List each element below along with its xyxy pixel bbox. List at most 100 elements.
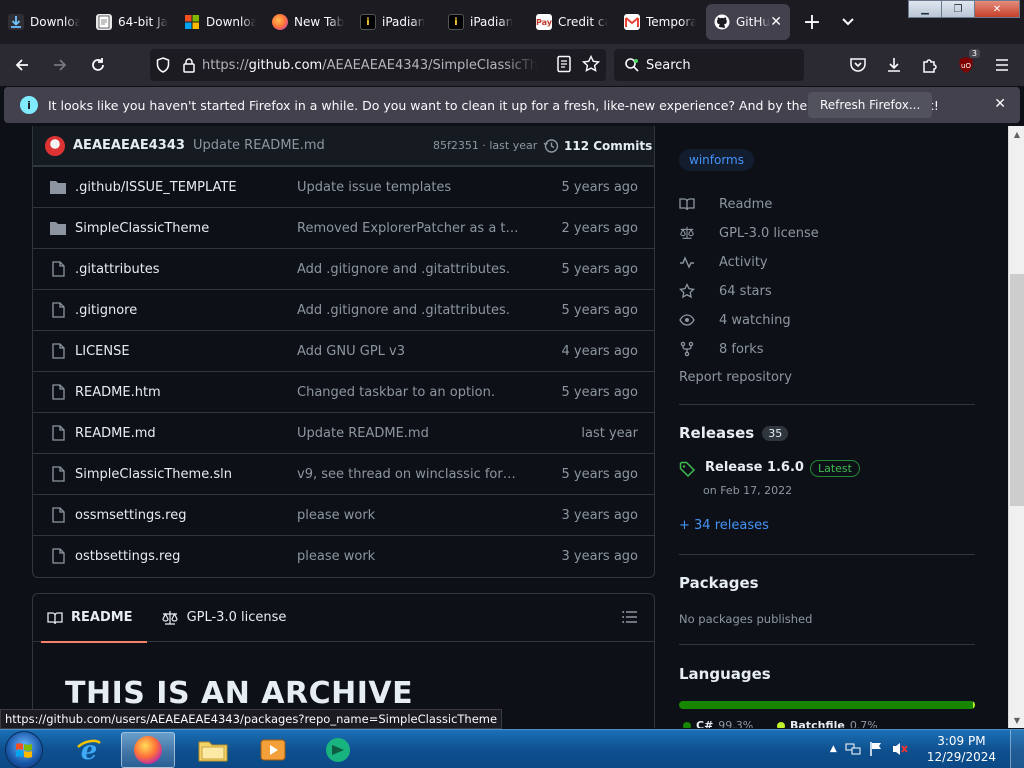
file-row[interactable]: .gitattributes Add .gitignore and .gitatt… [33, 249, 654, 290]
sidebar-meta-law[interactable]: GPL-3.0 license [679, 225, 819, 241]
language-batchfile[interactable]: Batchfile 0.7% [777, 719, 878, 728]
extensions-button[interactable] [914, 49, 946, 81]
commit-message[interactable]: Update README.md [193, 138, 325, 153]
language-csharp[interactable]: C# 99.3% [683, 719, 753, 728]
address-bar[interactable]: https://github.com/AEAEAEAE4343/SimpleCl… [150, 49, 606, 81]
clock[interactable]: 3:09 PM 12/29/2024 [927, 733, 996, 765]
sidebar-meta-eye[interactable]: 4 watching [679, 312, 791, 328]
commit-author[interactable]: AEAEAEAE4343 [73, 138, 185, 153]
sidebar-meta-star[interactable]: 64 stars [679, 283, 772, 299]
refresh-firefox-button[interactable]: Refresh Firefox... [808, 92, 933, 118]
volume-muted-icon[interactable] [891, 741, 909, 757]
file-commit-message[interactable]: Update issue templates [297, 180, 519, 195]
scroll-up-arrow[interactable]: ▲ [1009, 126, 1024, 142]
list-all-tabs-button[interactable] [832, 6, 864, 38]
network-icon[interactable] [845, 741, 861, 757]
latest-release[interactable]: Release 1.6.0 Latest [679, 460, 860, 477]
more-releases-link[interactable]: + 34 releases [679, 518, 769, 533]
file-row[interactable]: README.htm Changed taskbar to an option. 5… [33, 372, 654, 413]
file-commit-message[interactable]: Add .gitignore and .gitattributes. [297, 262, 519, 277]
file-name[interactable]: README.htm [75, 385, 161, 400]
reader-view-icon[interactable] [556, 55, 572, 77]
file-commit-message[interactable]: Add GNU GPL v3 [297, 344, 519, 359]
restore-button[interactable]: ❐ [941, 0, 975, 18]
outline-button[interactable] [622, 610, 638, 628]
file-row[interactable]: ossmsettings.reg please work 3 years ago [33, 495, 654, 536]
close-tab-icon[interactable]: ✕ [770, 14, 782, 30]
file-commit-message[interactable]: Changed taskbar to an option. [297, 385, 519, 400]
file-row[interactable]: .gitignore Add .gitignore and .gitattribu… [33, 290, 654, 331]
file-commit-message[interactable]: v9, see thread on winclassic for m... [297, 467, 519, 482]
file-row[interactable]: SimpleClassicTheme Removed ExplorerPatche… [33, 208, 654, 249]
file-commit-message[interactable]: please work [297, 508, 519, 523]
topic-tag[interactable]: winforms [679, 149, 754, 171]
file-commit-message[interactable]: Add .gitignore and .gitattributes. [297, 303, 519, 318]
file-name[interactable]: .gitattributes [75, 262, 160, 277]
tab-4[interactable]: New Tab [264, 4, 352, 40]
bookmark-star-icon[interactable] [581, 54, 601, 77]
taskbar-app[interactable] [311, 732, 365, 768]
forward-button[interactable] [44, 49, 76, 81]
packages-heading[interactable]: Packages [679, 574, 759, 592]
file-commit-message[interactable]: Removed ExplorerPatcher as a tas... [297, 221, 519, 236]
file-name[interactable]: ossmsettings.reg [75, 508, 186, 523]
file-row[interactable]: .github/ISSUE_TEMPLATE Update issue templ… [33, 167, 654, 208]
taskbar-firefox[interactable] [121, 732, 175, 768]
close-notification-icon[interactable]: ✕ [994, 96, 1006, 112]
app-menu-button[interactable] [986, 49, 1018, 81]
tab-3[interactable]: Download [176, 4, 264, 40]
new-tab-button[interactable]: + [796, 6, 828, 38]
show-desktop-button[interactable] [1010, 730, 1024, 768]
url-text[interactable]: https://github.com/AEAEAEAE4343/SimpleCl… [202, 58, 538, 73]
file-row[interactable]: README.md Update README.md last year [33, 413, 654, 454]
ublock-button[interactable]: uO 3 [950, 49, 982, 81]
sidebar-meta-book[interactable]: Readme [679, 196, 772, 212]
show-hidden-icons-arrow[interactable]: ▲ [830, 744, 837, 754]
shield-icon[interactable] [150, 57, 176, 73]
reload-button[interactable] [82, 49, 114, 81]
file-commit-message[interactable]: Update README.md [297, 426, 519, 441]
tab-2[interactable]: 64-bit Java [88, 4, 176, 40]
downloads-button[interactable] [878, 49, 910, 81]
scroll-thumb[interactable] [1010, 274, 1024, 506]
file-name[interactable]: SimpleClassicTheme.sln [75, 467, 232, 482]
tab-6[interactable]: i iPadian [440, 4, 528, 40]
tab-readme[interactable]: README [33, 594, 147, 643]
action-center-flag-icon[interactable] [869, 741, 883, 757]
commits-link[interactable]: 112 Commits [543, 138, 652, 154]
file-row[interactable]: SimpleClassicTheme.sln v9, see thread on … [33, 454, 654, 495]
lock-icon[interactable] [176, 57, 202, 73]
file-row[interactable]: ostbsettings.reg please work 3 years ago [33, 536, 654, 577]
releases-heading[interactable]: Releases 35 [679, 424, 789, 442]
file-name[interactable]: README.md [75, 426, 156, 441]
file-row[interactable]: LICENSE Add GNU GPL v3 4 years ago [33, 331, 654, 372]
tab-5[interactable]: i iPadian [352, 4, 440, 40]
tab-7[interactable]: Pay Credit card [528, 4, 616, 40]
sidebar-meta-pulse[interactable]: Activity [679, 254, 768, 270]
back-button[interactable] [6, 49, 38, 81]
file-name[interactable]: ostbsettings.reg [75, 549, 180, 564]
file-name[interactable]: LICENSE [75, 344, 130, 359]
taskbar-media-player[interactable] [246, 732, 300, 768]
search-bar[interactable]: Search [614, 49, 804, 81]
taskbar-file-explorer[interactable] [186, 732, 240, 768]
avatar[interactable] [45, 135, 65, 156]
minimize-button[interactable]: ▁ [908, 0, 942, 18]
file-commit-message[interactable]: please work [297, 549, 519, 564]
taskbar-internet-explorer[interactable]: e [62, 732, 116, 768]
report-repository-link[interactable]: Report repository [679, 370, 792, 385]
start-button[interactable] [5, 731, 43, 768]
file-name[interactable]: SimpleClassicTheme [75, 221, 209, 236]
tab-license[interactable]: GPL-3.0 license [147, 594, 301, 642]
page-scrollbar[interactable]: ▲ ▼ [1008, 126, 1024, 728]
file-name[interactable]: .github/ISSUE_TEMPLATE [75, 180, 237, 195]
file-name[interactable]: .gitignore [75, 303, 137, 318]
pocket-button[interactable] [842, 49, 874, 81]
scroll-down-arrow[interactable]: ▼ [1009, 712, 1024, 728]
commit-hash-time[interactable]: 85f2351 · last year [433, 139, 537, 152]
close-window-button[interactable]: ✕ [974, 0, 1020, 18]
tab-8[interactable]: Temporary [616, 4, 704, 40]
sidebar-meta-fork[interactable]: 8 forks [679, 341, 764, 357]
tab-1[interactable]: Download [0, 4, 88, 40]
tab-github-active[interactable]: GitHub ✕ [706, 4, 790, 40]
